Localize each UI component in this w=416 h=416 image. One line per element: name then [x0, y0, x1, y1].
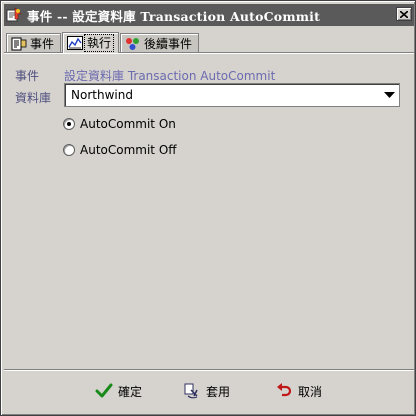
chevron-down-icon[interactable] [379, 84, 399, 106]
close-icon [400, 10, 408, 18]
tab-event[interactable]: 事件 [6, 33, 62, 53]
autocommit-off-radio[interactable] [63, 144, 75, 156]
undo-icon [275, 382, 293, 400]
database-label: 資料庫 [15, 91, 52, 105]
autocommit-off-label: AutoCommit Off [80, 143, 177, 157]
database-select[interactable]: Northwind [64, 83, 400, 107]
tab-strip: 事件 執行 後續事件 [6, 32, 200, 53]
window-title: 事件 -- 設定資料庫 Transaction AutoCommit [27, 8, 321, 24]
autocommit-on-radio[interactable] [63, 118, 75, 130]
apply-button-label: 套用 [206, 384, 231, 399]
dialog-window: 事件 -- 設定資料庫 Transaction AutoCommit 事件 執行… [0, 0, 416, 416]
ok-button[interactable]: 確定 [95, 379, 142, 403]
app-icon [6, 7, 22, 23]
close-button[interactable] [396, 7, 412, 21]
tab-event-label: 事件 [30, 36, 55, 51]
autocommit-off-option[interactable]: AutoCommit Off [63, 143, 177, 157]
autocommit-on-label: AutoCommit On [80, 117, 176, 131]
event-label: 事件 [15, 69, 40, 83]
apply-button[interactable]: 套用 [183, 379, 230, 403]
tab-execute-label: 執行 [84, 34, 115, 52]
event-icon [11, 37, 27, 51]
cancel-button-label: 取消 [298, 384, 323, 399]
checkmark-icon [95, 382, 113, 400]
chart-icon [67, 36, 84, 50]
tab-followup-label: 後續事件 [144, 36, 193, 51]
tab-execute[interactable]: 執行 [62, 32, 120, 53]
autocommit-on-option[interactable]: AutoCommit On [63, 117, 176, 131]
event-value: 設定資料庫 Transaction AutoCommit [64, 69, 276, 83]
apply-icon [183, 382, 201, 400]
followup-icon [125, 37, 141, 51]
title-bar[interactable]: 事件 -- 設定資料庫 Transaction AutoCommit [4, 4, 414, 26]
cancel-button[interactable]: 取消 [275, 379, 322, 403]
tab-followup-event[interactable]: 後續事件 [120, 33, 200, 53]
ok-button-label: 確定 [118, 384, 143, 399]
database-select-value: Northwind [71, 88, 133, 102]
